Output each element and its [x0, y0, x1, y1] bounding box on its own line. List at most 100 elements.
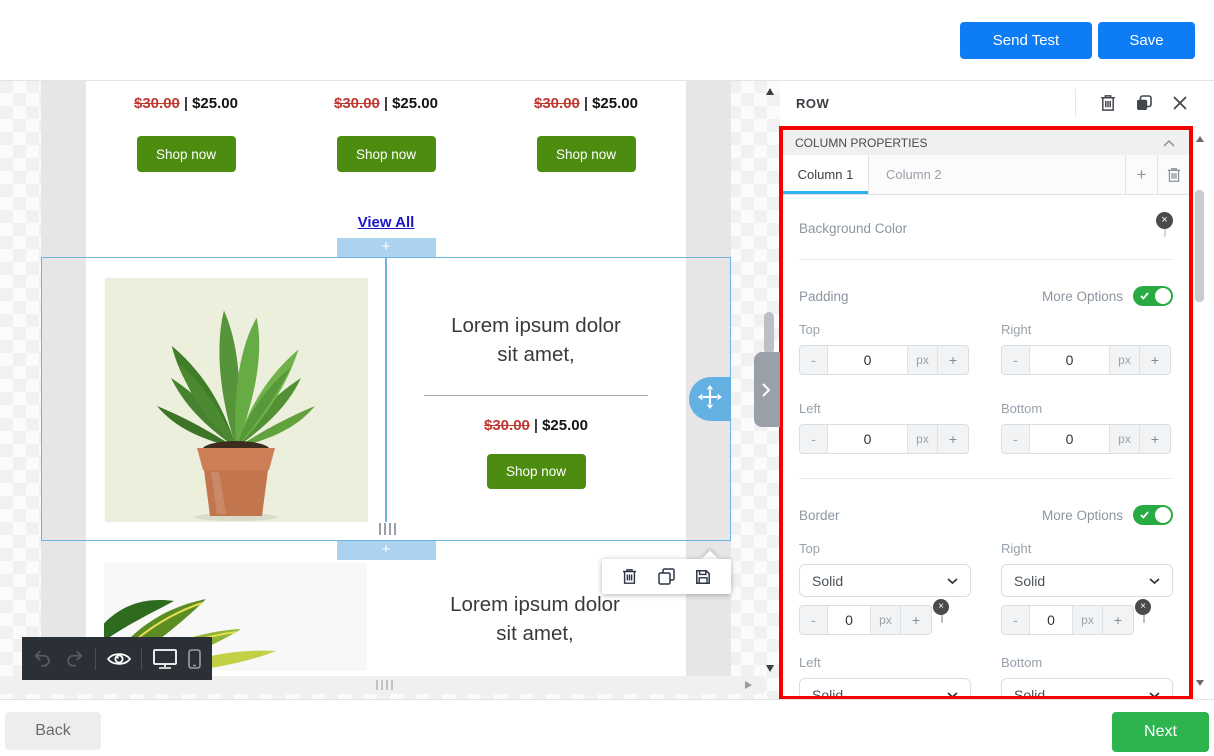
column-resize-grip[interactable]: [379, 523, 396, 535]
decrement-button[interactable]: -: [1002, 606, 1030, 634]
product-card: $30.00|$25.00 Shop now: [286, 95, 486, 172]
border-fields: Top Solid - px +: [799, 541, 1173, 700]
border-right-field: Right Solid - px +: [1001, 541, 1173, 635]
add-row-handle[interactable]: +: [337, 541, 436, 560]
selected-row-text-column[interactable]: Lorem ipsum dolor sit amet, $30.00|$25.0…: [386, 258, 686, 540]
shop-now-button[interactable]: Shop now: [137, 136, 236, 172]
border-top-field: Top Solid - px +: [799, 541, 971, 635]
panel-scrollbar[interactable]: [1193, 132, 1207, 690]
duplicate-icon[interactable]: [658, 568, 675, 585]
redo-icon[interactable]: [64, 650, 84, 667]
section-title: COLUMN PROPERTIES: [795, 136, 1163, 150]
scroll-right-arrow-icon[interactable]: [745, 681, 752, 689]
price-line: $30.00|$25.00: [286, 95, 486, 115]
vertical-scroll-thumb[interactable]: [764, 312, 774, 354]
padding-right-stepper: - px +: [1001, 345, 1171, 375]
increment-button[interactable]: +: [900, 606, 931, 634]
padding-top-input[interactable]: [828, 346, 907, 374]
scroll-up-arrow-icon[interactable]: [1196, 136, 1204, 142]
decrement-button[interactable]: -: [800, 606, 828, 634]
close-icon[interactable]: [1162, 96, 1198, 110]
plus-icon: +: [1137, 165, 1147, 185]
border-more-options-toggle[interactable]: [1133, 505, 1173, 525]
padding-more-options-toggle[interactable]: [1133, 286, 1173, 306]
add-row-handle[interactable]: +: [337, 238, 436, 257]
padding-left-input[interactable]: [828, 425, 907, 453]
duplicate-icon[interactable]: [1126, 95, 1162, 111]
save-icon[interactable]: [695, 569, 711, 585]
product-grid-row[interactable]: $30.00|$25.00 Shop now $30.00|$25.00 Sho…: [41, 80, 731, 172]
scroll-down-arrow-icon[interactable]: [1196, 680, 1204, 686]
increment-button[interactable]: +: [937, 425, 968, 453]
sale-price: $25.00: [392, 95, 438, 112]
next-button[interactable]: Next: [1112, 712, 1209, 752]
padding-top-stepper: - px +: [799, 345, 969, 375]
sale-price: $25.00: [192, 95, 238, 112]
background-color-row: Background Color ×: [799, 195, 1173, 259]
remove-color-icon[interactable]: ×: [1135, 599, 1151, 615]
increment-button[interactable]: +: [1139, 346, 1170, 374]
product-card: $30.00|$25.00 Shop now: [486, 95, 686, 172]
border-bottom-field: Bottom Solid - px +: [1001, 655, 1173, 700]
view-all-link[interactable]: View All: [358, 214, 415, 231]
footer-bar: Back Next: [0, 699, 1214, 756]
selected-row[interactable]: Lorem ipsum dolor sit amet, $30.00|$25.0…: [41, 257, 731, 541]
border-left-style-select[interactable]: Solid: [799, 678, 971, 700]
panel-collapse-tab[interactable]: [754, 352, 780, 427]
border-right-style-select[interactable]: Solid: [1001, 564, 1173, 597]
decrement-button[interactable]: -: [1002, 346, 1030, 374]
border-right-width-input[interactable]: [1030, 606, 1072, 634]
delete-column-button[interactable]: [1157, 155, 1189, 194]
border-top-style-select[interactable]: Solid: [799, 564, 971, 597]
horizontal-scroll-grip[interactable]: [376, 680, 393, 690]
main-area: $30.00|$25.00 Shop now $30.00|$25.00 Sho…: [0, 80, 1214, 700]
eye-icon[interactable]: [107, 651, 131, 667]
send-test-button[interactable]: Send Test: [960, 22, 1092, 59]
remove-color-icon[interactable]: ×: [1156, 212, 1173, 229]
increment-button[interactable]: +: [1102, 606, 1133, 634]
panel-scroll-thumb[interactable]: [1195, 190, 1204, 302]
decrement-button[interactable]: -: [1002, 425, 1030, 453]
trash-icon[interactable]: [622, 568, 637, 585]
scroll-down-arrow-icon[interactable]: [766, 665, 774, 672]
scroll-up-arrow-icon[interactable]: [766, 88, 774, 95]
product-plant-image[interactable]: [105, 278, 368, 522]
back-button[interactable]: Back: [5, 712, 101, 750]
preview-toolbar: [22, 637, 212, 680]
editor-canvas[interactable]: $30.00|$25.00 Shop now $30.00|$25.00 Sho…: [0, 80, 780, 700]
padding-right-input[interactable]: [1030, 346, 1109, 374]
increment-button[interactable]: +: [1139, 425, 1170, 453]
desktop-icon[interactable]: [153, 649, 177, 669]
toolbar-divider: [95, 648, 96, 670]
chevron-down-icon: [947, 578, 958, 584]
tab-column-1[interactable]: Column 1: [783, 155, 869, 194]
text-divider: [424, 395, 648, 396]
padding-bottom-input[interactable]: [1030, 425, 1109, 453]
add-column-button[interactable]: +: [1125, 155, 1157, 194]
chevron-up-icon[interactable]: [1163, 134, 1175, 152]
price-line: $30.00|$25.00: [86, 95, 286, 115]
remove-color-icon[interactable]: ×: [933, 599, 949, 615]
border-top-width-input[interactable]: [828, 606, 870, 634]
undo-icon[interactable]: [33, 650, 53, 667]
sale-price: $25.00: [542, 417, 588, 434]
mobile-icon[interactable]: [188, 649, 201, 669]
tab-column-2[interactable]: Column 2: [869, 155, 1125, 194]
old-price: $30.00: [534, 95, 580, 112]
save-button[interactable]: Save: [1098, 22, 1195, 59]
shop-now-button[interactable]: Shop now: [337, 136, 436, 172]
row-drag-handle[interactable]: [689, 377, 731, 421]
email-builder-app: Send Test Save $30.00|$25.00 Shop now $3…: [0, 0, 1214, 756]
padding-label: Padding: [799, 289, 849, 304]
padding-fields: Top - px + Right -: [799, 322, 1173, 478]
column-properties-highlight-box: COLUMN PROPERTIES Column 1 Column 2 +: [779, 126, 1193, 700]
decrement-button[interactable]: -: [800, 346, 828, 374]
shop-now-button[interactable]: Shop now: [537, 136, 636, 172]
sale-price: $25.00: [592, 95, 638, 112]
increment-button[interactable]: +: [937, 346, 968, 374]
shop-now-button[interactable]: Shop now: [487, 454, 586, 489]
decrement-button[interactable]: -: [800, 425, 828, 453]
column-properties-section-bar[interactable]: COLUMN PROPERTIES: [783, 130, 1189, 155]
border-bottom-style-select[interactable]: Solid: [1001, 678, 1173, 700]
trash-icon[interactable]: [1090, 94, 1126, 112]
